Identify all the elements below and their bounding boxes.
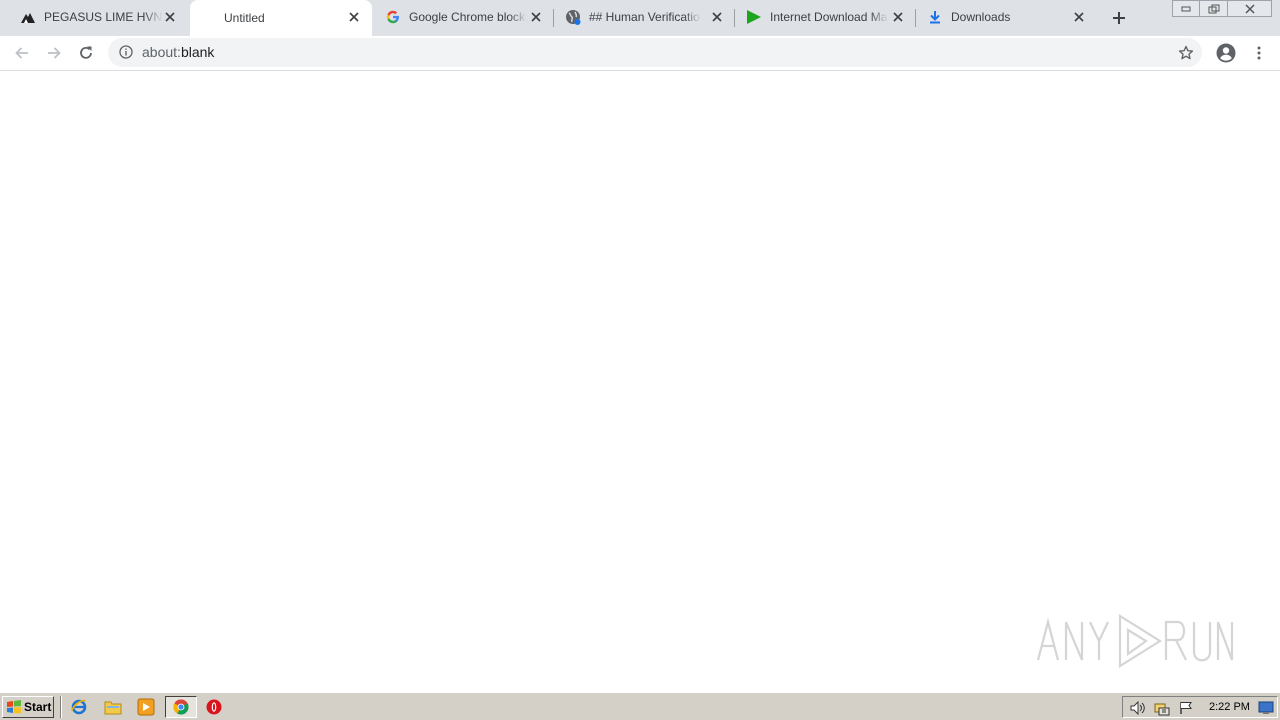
kebab-menu-icon[interactable] bbox=[1251, 42, 1267, 64]
tab-strip: PEGASUS LIME HVNC.exe Untitled Google Ch… bbox=[0, 0, 1280, 36]
tab-close-icon[interactable] bbox=[1071, 9, 1087, 25]
plus-icon bbox=[1113, 12, 1125, 24]
windows-flag-icon bbox=[7, 700, 21, 714]
action-center-flag-icon[interactable] bbox=[1177, 699, 1195, 717]
show-desktop-icon[interactable] bbox=[1257, 699, 1275, 717]
tab-title: ## Human Verification ## bbox=[589, 10, 701, 24]
clock[interactable]: 2:22 PM bbox=[1209, 701, 1250, 713]
anyrun-logo-icon bbox=[1036, 614, 1234, 668]
restore-button[interactable] bbox=[1200, 0, 1228, 17]
windows-taskbar: Start 2:22 PM bbox=[0, 692, 1280, 720]
tab-close-icon[interactable] bbox=[890, 9, 906, 25]
new-tab-button[interactable] bbox=[1108, 7, 1130, 29]
address-bar[interactable]: about:blank bbox=[108, 38, 1202, 67]
start-label: Start bbox=[24, 700, 52, 714]
tab-close-icon[interactable] bbox=[162, 9, 178, 25]
profile-avatar-icon[interactable] bbox=[1215, 42, 1237, 64]
start-button[interactable]: Start bbox=[2, 696, 54, 718]
pegasus-icon bbox=[20, 9, 36, 25]
download-icon bbox=[927, 9, 943, 25]
page-content bbox=[0, 72, 1280, 692]
tab-google-chrome-blocks[interactable]: Google Chrome blocks some bbox=[374, 0, 554, 34]
tab-untitled[interactable]: Untitled bbox=[190, 0, 372, 36]
url-rest: blank bbox=[180, 44, 215, 60]
google-g-icon bbox=[385, 9, 401, 25]
arrow-right-icon bbox=[48, 47, 61, 59]
close-icon bbox=[1244, 3, 1255, 14]
bookmark-star-icon[interactable] bbox=[1177, 44, 1194, 61]
idm-play-icon bbox=[746, 9, 762, 25]
tab-separator bbox=[915, 9, 916, 27]
url-scheme: about: bbox=[142, 44, 181, 60]
tab-close-icon[interactable] bbox=[346, 9, 362, 25]
restore-icon bbox=[1208, 4, 1219, 13]
network-icon[interactable] bbox=[1153, 699, 1171, 717]
url-text[interactable]: about:blank bbox=[142, 44, 214, 60]
chrome-icon bbox=[173, 699, 189, 715]
globe-icon bbox=[565, 9, 581, 25]
back-button[interactable] bbox=[10, 41, 34, 65]
tab-title: Untitled bbox=[224, 11, 265, 25]
reload-icon bbox=[80, 46, 92, 59]
file-explorer-icon[interactable] bbox=[104, 698, 122, 716]
tab-close-icon[interactable] bbox=[528, 9, 544, 25]
taskbar-divider bbox=[60, 696, 62, 718]
tab-internet-download-manager[interactable]: Internet Download Manager bbox=[736, 0, 916, 34]
tab-close-icon[interactable] bbox=[709, 9, 725, 25]
forward-button[interactable] bbox=[42, 41, 66, 65]
tab-downloads[interactable]: Downloads bbox=[917, 0, 1097, 34]
tab-separator bbox=[553, 9, 554, 27]
internet-explorer-icon[interactable] bbox=[70, 698, 88, 716]
opera-icon[interactable] bbox=[205, 698, 223, 716]
tab-title: Internet Download Manager bbox=[770, 10, 888, 24]
anyrun-watermark bbox=[1036, 608, 1236, 674]
minimize-icon bbox=[1181, 6, 1191, 11]
window-controls bbox=[1172, 0, 1272, 18]
tab-pegasus[interactable]: PEGASUS LIME HVNC.exe bbox=[0, 0, 188, 34]
blank-favicon-icon bbox=[216, 10, 224, 26]
info-icon[interactable] bbox=[118, 44, 134, 60]
tab-title: PEGASUS LIME HVNC.exe bbox=[44, 10, 162, 24]
arrow-left-icon bbox=[15, 47, 28, 59]
browser-toolbar: about:blank bbox=[0, 36, 1280, 71]
system-tray: 2:22 PM bbox=[1122, 696, 1278, 718]
tab-separator bbox=[734, 9, 735, 27]
minimize-button[interactable] bbox=[1172, 0, 1200, 17]
tab-human-verification[interactable]: ## Human Verification ## bbox=[555, 0, 735, 34]
media-player-icon[interactable] bbox=[137, 698, 155, 716]
tab-title: Google Chrome blocks some bbox=[409, 10, 527, 24]
close-window-button[interactable] bbox=[1228, 0, 1272, 17]
chrome-taskbar-button[interactable] bbox=[165, 696, 197, 718]
reload-button[interactable] bbox=[74, 41, 98, 65]
tab-title: Downloads bbox=[951, 10, 1011, 24]
volume-icon[interactable] bbox=[1129, 699, 1147, 717]
